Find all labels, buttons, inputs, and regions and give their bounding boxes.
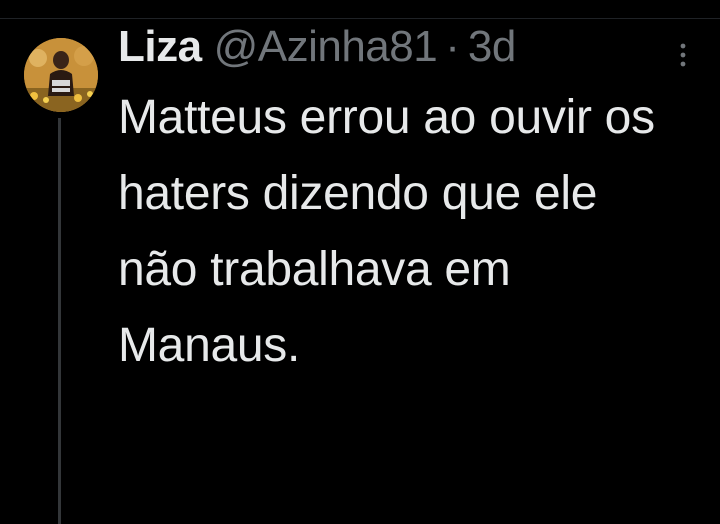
user-handle[interactable]: @Azinha81 (214, 22, 438, 72)
tweet-header: Liza @Azinha81 · 3d (118, 22, 678, 78)
tweet[interactable]: Liza @Azinha81 · 3d Matteus errou ao ouv… (118, 22, 678, 384)
timestamp[interactable]: 3d (468, 22, 516, 72)
more-vertical-icon (680, 43, 686, 67)
thread-line (58, 118, 61, 524)
top-divider (0, 18, 720, 19)
avatar[interactable] (24, 38, 98, 112)
separator-dot: · (445, 22, 460, 71)
tweet-text: Matteus errou ao ouvir os haters dizendo… (118, 91, 655, 372)
more-options-button[interactable] (668, 40, 698, 70)
avatar-photo (24, 38, 98, 112)
display-name[interactable]: Liza (118, 22, 202, 72)
